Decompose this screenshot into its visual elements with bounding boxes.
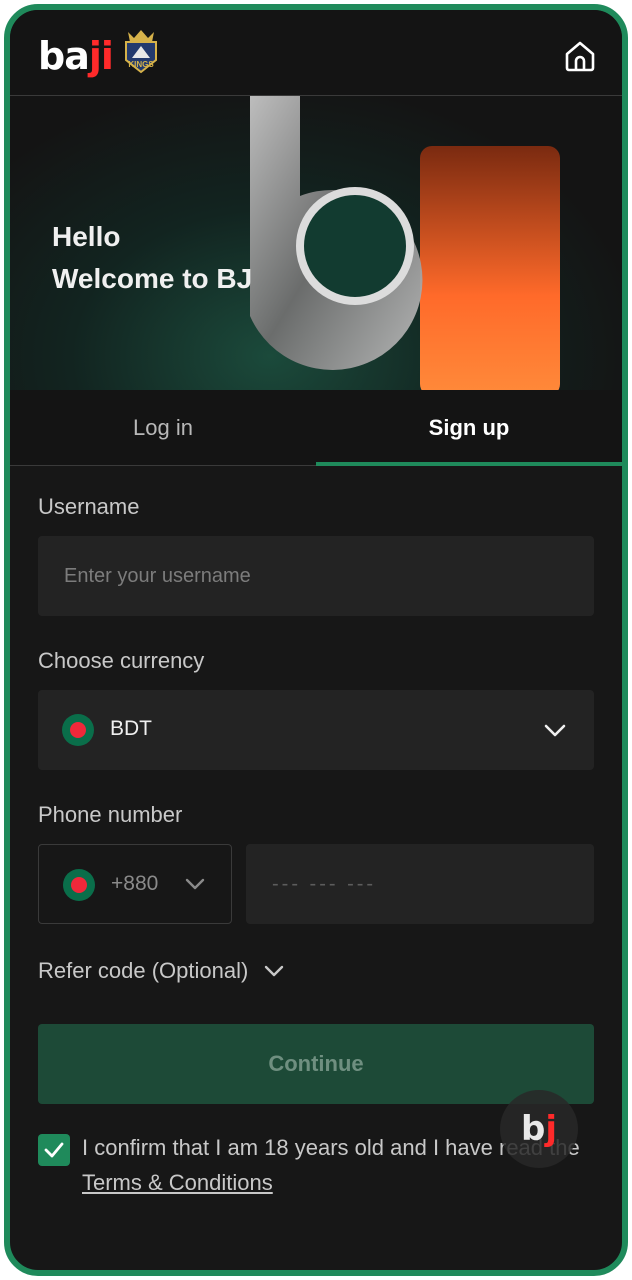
bangladesh-flag-icon xyxy=(63,869,95,901)
phone-placeholder: --- --- --- xyxy=(272,872,377,895)
phone-frame: baji KINGS Hello Welcome to BJ Log in Si… xyxy=(4,4,628,1276)
welcome-text: Hello Welcome to BJ xyxy=(52,216,252,300)
username-input[interactable]: Enter your username xyxy=(38,536,594,616)
chevron-down-icon xyxy=(544,724,566,737)
currency-select[interactable]: BDT xyxy=(38,690,594,770)
float-logo-accent: j xyxy=(545,1109,557,1149)
country-code-value: +880 xyxy=(111,872,159,895)
logo-text-accent: ji xyxy=(88,34,114,78)
home-icon[interactable] xyxy=(562,38,598,74)
check-icon xyxy=(44,1142,64,1158)
bj-logo-graphic xyxy=(250,96,560,390)
active-tab-indicator xyxy=(316,462,622,466)
float-logo-main: b xyxy=(521,1109,546,1149)
badge-text: KINGS xyxy=(128,60,154,69)
bangladesh-flag-icon xyxy=(62,714,94,746)
phone-label: Phone number xyxy=(38,802,183,827)
tab-signup[interactable]: Sign up xyxy=(316,390,622,466)
logo-text-main: ba xyxy=(38,34,90,78)
username-label: Username xyxy=(38,494,140,519)
chevron-down-icon xyxy=(265,965,284,977)
continue-button[interactable]: Continue xyxy=(38,1024,594,1104)
phone-input[interactable]: --- --- --- xyxy=(246,844,594,924)
brand-logo[interactable]: baji xyxy=(38,34,114,78)
terms-link[interactable]: Terms & Conditions xyxy=(82,1170,273,1195)
refer-code-label: Refer code (Optional) xyxy=(38,958,249,983)
username-placeholder: Enter your username xyxy=(64,564,251,587)
auth-tabs: Log in Sign up xyxy=(10,390,622,466)
welcome-line: Welcome to BJ xyxy=(52,263,253,294)
kings-badge-icon xyxy=(125,30,157,74)
country-code-select[interactable]: +880 xyxy=(38,844,232,924)
chevron-down-icon xyxy=(185,878,205,890)
tab-login[interactable]: Log in xyxy=(10,390,316,466)
currency-label: Choose currency xyxy=(38,648,205,673)
top-bar: baji KINGS xyxy=(10,10,622,96)
hello-line: Hello xyxy=(52,221,121,252)
hero-banner: Hello Welcome to BJ xyxy=(10,96,622,390)
currency-value: BDT xyxy=(110,717,152,740)
age-confirm-checkbox[interactable] xyxy=(38,1134,70,1166)
refer-code-toggle[interactable]: Refer code (Optional) xyxy=(38,954,286,988)
floating-bj-button[interactable]: bj xyxy=(500,1090,578,1168)
